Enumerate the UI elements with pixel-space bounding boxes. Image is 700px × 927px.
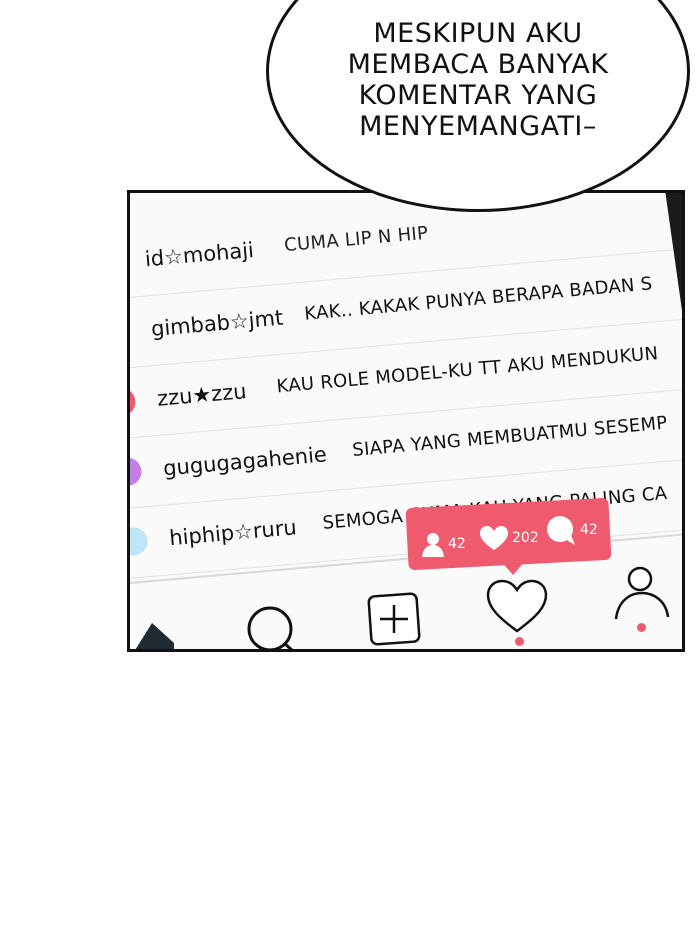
heart-icon[interactable] (484, 577, 550, 637)
like-count: 202 (479, 525, 539, 551)
avatar[interactable] (130, 386, 137, 418)
home-icon[interactable] (130, 617, 180, 652)
avatar[interactable] (130, 456, 143, 487)
comment-count: 42 (545, 515, 598, 545)
bubble-line-4: MENYEMANGATI– (359, 111, 597, 142)
comment-username[interactable]: gugugagahenie (162, 442, 327, 480)
speech-bubble-text: MESKIPUN AKU MEMBACA BANYAK KOMENTAR YAN… (266, 18, 690, 142)
comment-username[interactable]: id☆mohaji (144, 238, 255, 271)
speech-bubble-icon (547, 516, 575, 545)
heart-active-dot (515, 637, 524, 646)
comment-username[interactable]: zzu★zzu (156, 379, 247, 411)
person-icon (422, 533, 444, 557)
follower-count: 42 (421, 531, 466, 557)
comment-text: KAU ROLE MODEL-KU TT AKU MENDUKUN (275, 343, 660, 398)
search-icon[interactable] (244, 603, 304, 652)
profile-active-dot (637, 623, 646, 632)
comment-username[interactable]: gimbab☆jmt (150, 306, 284, 341)
like-count-value: 202 (512, 530, 539, 546)
badge-pointer (501, 561, 525, 575)
heart-filled-icon (480, 526, 508, 550)
phone-screen-panel: id☆mohaji CUMA LIP N HIP gimbab☆jmt KAK.… (127, 190, 685, 652)
comment-text: CUMA LIP N HIP (283, 222, 430, 257)
bubble-line-1: MESKIPUN AKU (373, 18, 583, 49)
comment-username[interactable]: hiphip☆ruru (168, 515, 297, 550)
activity-notification-badge[interactable]: 42 202 42 (405, 497, 612, 575)
comment-feed: id☆mohaji CUMA LIP N HIP gimbab☆jmt KAK.… (130, 193, 682, 649)
comment-count-value: 42 (580, 522, 598, 538)
add-post-icon[interactable] (366, 591, 424, 649)
bubble-line-2: MEMBACA BANYAK (347, 49, 609, 80)
comment-text: KAK.. KAKAK PUNYA BERAPA BADAN S (303, 273, 654, 325)
avatar[interactable] (130, 317, 131, 348)
comment-text: SIAPA YANG MEMBUATMU SESEMP (351, 412, 669, 462)
follower-count-value: 42 (448, 536, 466, 552)
profile-icon[interactable] (612, 565, 674, 627)
avatar[interactable] (130, 526, 149, 557)
bubble-line-3: KOMENTAR YANG (358, 80, 598, 111)
